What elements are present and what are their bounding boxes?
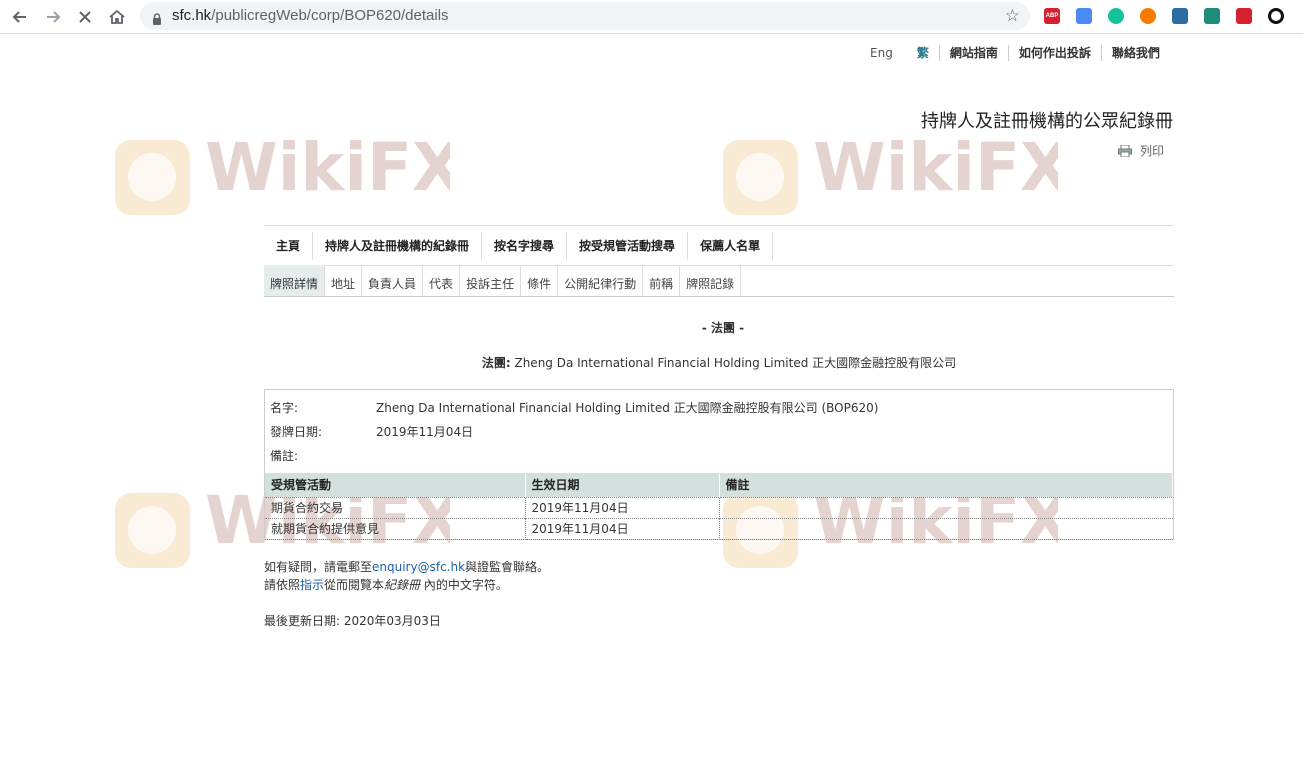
enquiry-text: 如有疑問，請電郵至 <box>264 560 373 574</box>
extension-circle-icon[interactable] <box>1268 8 1284 24</box>
nav-search-activity[interactable]: 按受規管活動搜尋 <box>567 231 689 260</box>
regulated-activities-table: 受規管活動 生效日期 備註 期貨合約交易 2019年11月04日 就期貨合約提供… <box>265 473 1173 540</box>
stop-loading-icon[interactable] <box>73 5 97 29</box>
table-cell <box>719 517 1173 540</box>
printer-icon <box>1117 144 1132 157</box>
detail-label: 發牌日期: <box>270 425 323 439</box>
table-cell: 2019年11月04日 <box>525 517 720 540</box>
section-title: - 法團 - <box>701 321 745 335</box>
nav-sponsors[interactable]: 保薦人名單 <box>688 231 774 260</box>
detail-value: 2019年11月04日 <box>376 425 474 439</box>
grammarly-icon[interactable] <box>1108 8 1124 24</box>
instructions-link[interactable]: 指示 <box>300 578 324 592</box>
detail-label: 備註: <box>270 449 299 463</box>
charset-text: 內的中文字符。 <box>420 578 508 592</box>
complaint-link[interactable]: 如何作出投訴 <box>1007 45 1101 61</box>
enquiry-note: 如有疑問，請電郵至enquiry@sfc.hk與證監會聯絡。 <box>264 558 549 575</box>
watermark-logo: WikiFX <box>110 105 463 215</box>
tab-disciplinary-actions[interactable]: 公開紀律行動 <box>558 265 644 296</box>
lock-icon <box>152 10 162 29</box>
contact-link[interactable]: 聯絡我們 <box>1100 45 1170 61</box>
detail-remark-row: 備註: <box>270 447 376 464</box>
last-updated: 最後更新日期: 2020年03月03日 <box>264 614 441 628</box>
table-cell: 就期貨合約提供意見 <box>265 517 526 540</box>
charset-note: 請依照指示從而閱覽本紀錄冊 內的中文字符。 <box>264 576 508 593</box>
table-header-row: 受規管活動 生效日期 備註 <box>265 473 1173 497</box>
extension-shield-icon[interactable] <box>1236 8 1252 24</box>
detail-name-row: 名字: Zheng Da International Financial Hold… <box>270 399 878 416</box>
address-bar[interactable]: sfc.hk/publicregWeb/corp/BOP620/details … <box>140 2 1030 30</box>
main-nav: 主頁 持牌人及註冊機構的紀錄冊 按名字搜尋 按受規管活動搜尋 保薦人名單 <box>264 225 1174 266</box>
tab-previous-names[interactable]: 前稱 <box>643 265 681 296</box>
table-cell: 2019年11月04日 <box>525 496 720 518</box>
top-links: Eng 繁 網站指南 如何作出投訴 聯絡我們 <box>860 45 1170 61</box>
svg-text:WikiFX: WikiFX <box>813 129 1058 206</box>
table-cell <box>719 496 1173 518</box>
detail-tabs: 牌照詳情 地址 負責人員 代表 投訴主任 條件 公開紀律行動 前稱 牌照記錄 <box>264 265 1174 297</box>
tab-conditions[interactable]: 條件 <box>521 265 559 296</box>
translate-icon[interactable] <box>1076 8 1092 24</box>
column-header: 生效日期 <box>525 473 720 497</box>
tab-licence-record[interactable]: 牌照記錄 <box>680 265 742 296</box>
extension-infinity-icon[interactable] <box>1140 8 1156 24</box>
language-eng-link[interactable]: Eng <box>860 45 903 61</box>
tab-address[interactable]: 地址 <box>325 265 363 296</box>
extension-check-icon[interactable] <box>1204 8 1220 24</box>
detail-issue-date-row: 發牌日期: 2019年11月04日 <box>270 423 473 440</box>
table-row: 就期貨合約提供意見 2019年11月04日 <box>265 517 1173 540</box>
table-cell: 期貨合約交易 <box>265 496 526 518</box>
details-panel: 名字: Zheng Da International Financial Hold… <box>264 389 1174 540</box>
browser-toolbar: sfc.hk/publicregWeb/corp/BOP620/details … <box>0 0 1303 34</box>
bookmark-star-icon[interactable]: ☆ <box>1005 6 1020 26</box>
svg-text:WikiFX: WikiFX <box>205 129 450 206</box>
url-text: sfc.hk/publicregWeb/corp/BOP620/details <box>172 7 449 24</box>
nav-register[interactable]: 持牌人及註冊機構的紀錄冊 <box>313 231 483 260</box>
forward-icon[interactable] <box>41 5 65 29</box>
register-italic: 紀錄冊 <box>384 578 421 592</box>
charset-text: 請依照 <box>264 578 301 592</box>
site-guide-link[interactable]: 網站指南 <box>938 45 1008 61</box>
adblock-plus-icon[interactable]: ABP <box>1044 8 1060 24</box>
extension-s-icon[interactable] <box>1172 8 1188 24</box>
tab-responsible-officers[interactable]: 負責人員 <box>362 265 424 296</box>
column-header: 受規管活動 <box>265 473 526 497</box>
email-link[interactable]: enquiry@sfc.hk <box>372 560 465 574</box>
tab-complaints-officer[interactable]: 投訴主任 <box>460 265 522 296</box>
print-label: 列印 <box>1139 144 1164 158</box>
tab-licence-details[interactable]: 牌照詳情 <box>264 265 326 296</box>
print-link[interactable]: 列印 <box>1117 142 1164 159</box>
enquiry-text: 與證監會聯絡。 <box>465 560 550 574</box>
corporation-label: 法團: <box>481 356 511 370</box>
table-row: 期貨合約交易 2019年11月04日 <box>265 496 1173 518</box>
nav-home[interactable]: 主頁 <box>264 231 314 260</box>
corporation-name: Zheng Da International Financial Holding… <box>514 356 957 370</box>
column-header: 備註 <box>719 473 1173 497</box>
detail-label: 名字: <box>270 401 299 415</box>
detail-value: Zheng Da International Financial Holding… <box>376 401 879 415</box>
corporation-line: 法團: Zheng Da International Financial Hol… <box>264 354 1174 371</box>
tab-representatives[interactable]: 代表 <box>423 265 461 296</box>
home-icon[interactable] <box>105 5 129 29</box>
charset-text: 從而閱覽本 <box>324 578 385 592</box>
back-icon[interactable] <box>8 5 32 29</box>
language-trad-link[interactable]: 繁 <box>903 45 939 61</box>
nav-search-name[interactable]: 按名字搜尋 <box>482 231 568 260</box>
page-title: 持牌人及註冊機構的公眾紀錄冊 <box>921 111 1173 132</box>
